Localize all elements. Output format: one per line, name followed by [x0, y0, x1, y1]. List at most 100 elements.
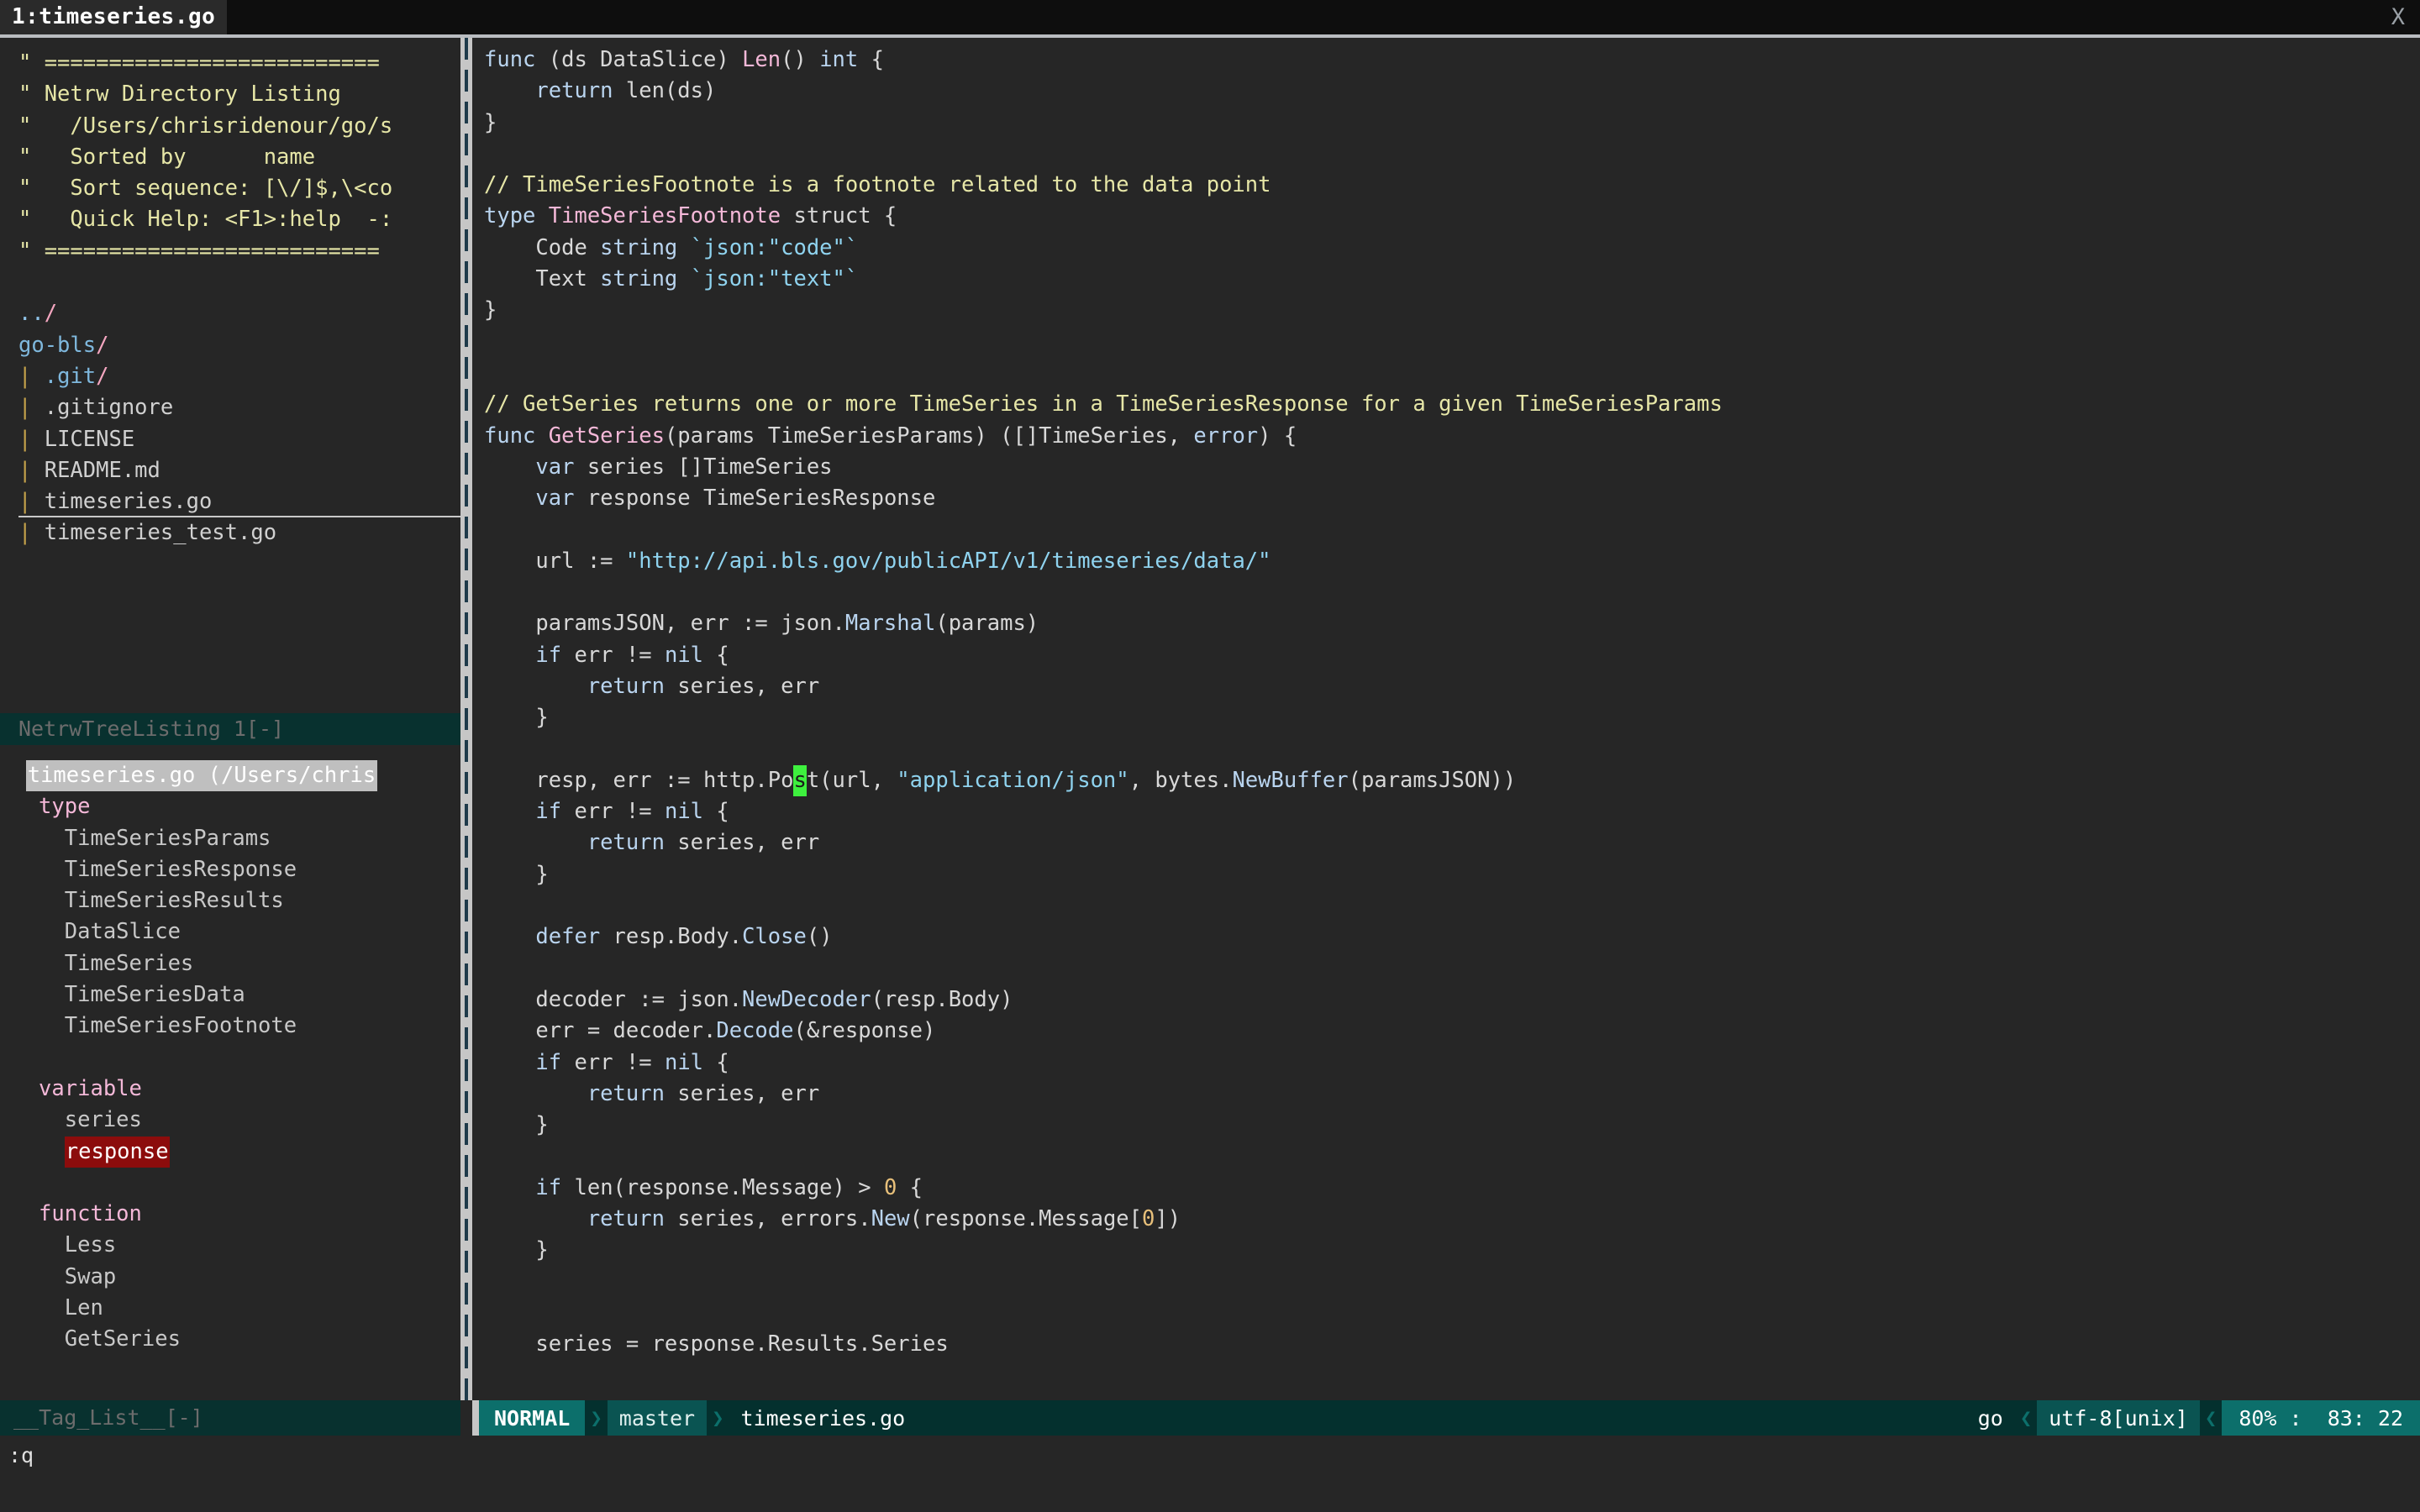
taglist-kind-label: type: [0, 794, 91, 820]
code-token: decoder := json.: [484, 986, 743, 1012]
code-line[interactable]: func (ds DataSlice) Len() int {: [484, 45, 2420, 76]
code-line[interactable]: paramsJSON, err := json.Marshal(params): [484, 608, 2420, 639]
code-line[interactable]: resp, err := http.Post(url, "application…: [484, 764, 2420, 797]
code-line[interactable]: }: [484, 108, 2420, 139]
code-line[interactable]: }: [484, 295, 2420, 326]
statusline-separator-2: ❯: [712, 1406, 724, 1430]
code-line[interactable]: [484, 1392, 2420, 1400]
taglist-pane[interactable]: timeseries.go (/Users/chris type TimeSer…: [0, 745, 460, 1400]
code-line[interactable]: url := "http://api.bls.gov/publicAPI/v1/…: [484, 546, 2420, 577]
code-line[interactable]: if err != nil {: [484, 640, 2420, 671]
taglist-kind-label: function: [0, 1201, 142, 1227]
code-line[interactable]: [484, 577, 2420, 608]
code-token: Decode: [716, 1018, 794, 1044]
code-line[interactable]: }: [484, 1110, 2420, 1141]
taglist-tag-item[interactable]: TimeSeriesParams: [0, 823, 460, 854]
code-line[interactable]: [484, 139, 2420, 170]
netrw-file-explorer-pane[interactable]: " ========================== " Netrw Dire…: [0, 41, 460, 713]
code-line[interactable]: [484, 734, 2420, 765]
code-buffer: func (ds DataSlice) Len() int { return l…: [472, 41, 2420, 1400]
code-token: series, errors.: [664, 1205, 871, 1231]
taglist-tag-item[interactable]: Swap: [0, 1262, 460, 1293]
taglist-kind-header: type: [0, 791, 460, 822]
netrw-entry[interactable]: | .git/: [18, 361, 460, 392]
code-line[interactable]: return len(ds): [484, 76, 2420, 107]
code-token: func: [484, 47, 549, 72]
netrw-entry[interactable]: | .gitignore: [18, 392, 460, 423]
taglist-tag-item[interactable]: TimeSeriesData: [0, 979, 460, 1011]
taglist-tag-label: TimeSeriesResults: [64, 888, 284, 914]
code-token: series, err: [664, 830, 820, 856]
code-editor-pane[interactable]: func (ds DataSlice) Len() int { return l…: [472, 41, 2420, 1400]
netrw-entry[interactable]: | timeseries.go: [18, 486, 460, 517]
code-line[interactable]: decoder := json.NewDecoder(resp.Body): [484, 984, 2420, 1016]
taglist-tag-item[interactable]: TimeSeries: [0, 948, 460, 979]
netrw-entry[interactable]: | README.md: [18, 455, 460, 486]
code-line[interactable]: Text string `json:"text"`: [484, 264, 2420, 295]
code-line[interactable]: [484, 953, 2420, 984]
code-line[interactable]: }: [484, 702, 2420, 733]
netrw-header-line: " /Users/chrisridenour/go/s: [18, 113, 393, 139]
taglist-tag-item[interactable]: TimeSeriesResponse: [0, 854, 460, 885]
netrw-entry[interactable]: | LICENSE: [18, 424, 460, 455]
code-line[interactable]: return series, err: [484, 671, 2420, 702]
close-icon[interactable]: X: [2385, 0, 2412, 34]
code-line[interactable]: if err != nil {: [484, 1047, 2420, 1079]
code-token: NewBuffer: [1232, 767, 1349, 793]
code-line[interactable]: if err != nil {: [484, 796, 2420, 827]
taglist-tag-item[interactable]: response: [0, 1136, 460, 1168]
taglist-kind-label: variable: [0, 1075, 142, 1101]
code-line[interactable]: return series, errors.New(response.Messa…: [484, 1204, 2420, 1235]
code-line[interactable]: type TimeSeriesFootnote struct {: [484, 201, 2420, 232]
tab-timeseries-go[interactable]: 1:timeseries.go: [0, 0, 228, 34]
code-line[interactable]: if len(response.Message) > 0 {: [484, 1173, 2420, 1204]
taglist-tag-item[interactable]: TimeSeriesFootnote: [0, 1011, 460, 1042]
code-line[interactable]: [484, 1141, 2420, 1172]
code-line[interactable]: [484, 327, 2420, 358]
netrw-tree-bar-icon: |: [18, 363, 45, 389]
code-line[interactable]: [484, 358, 2420, 389]
code-line[interactable]: func GetSeries(params TimeSeriesParams) …: [484, 421, 2420, 452]
vim-command-line[interactable]: :q: [0, 1436, 2420, 1512]
taglist-tag-item[interactable]: Less: [0, 1230, 460, 1261]
netrw-entry[interactable]: go-bls/: [18, 330, 460, 361]
netrw-entry[interactable]: ../: [18, 298, 460, 329]
code-line[interactable]: [484, 1360, 2420, 1391]
taglist-kind-header: function: [0, 1199, 460, 1230]
netrw-entry[interactable]: | timeseries_test.go: [18, 517, 460, 549]
taglist-tag-item[interactable]: TimeSeriesResults: [0, 885, 460, 916]
taglist-file-header[interactable]: timeseries.go (/Users/chris: [0, 760, 460, 792]
code-token: series, err: [664, 1080, 820, 1106]
code-line[interactable]: [484, 1298, 2420, 1329]
code-line[interactable]: // GetSeries returns one or more TimeSer…: [484, 389, 2420, 420]
taglist-tag-item[interactable]: GetSeries: [0, 1324, 460, 1355]
code-token: {: [703, 799, 729, 825]
code-line[interactable]: defer resp.Body.Close(): [484, 921, 2420, 953]
code-line[interactable]: [484, 890, 2420, 921]
code-line[interactable]: Code string `json:"code"`: [484, 233, 2420, 264]
code-line[interactable]: err = decoder.Decode(&response): [484, 1016, 2420, 1047]
code-token: 0: [883, 1174, 897, 1200]
code-line[interactable]: var response TimeSeriesResponse: [484, 483, 2420, 514]
code-line[interactable]: return series, err: [484, 1079, 2420, 1110]
statusline-separator-3: ❮: [2019, 1406, 2033, 1430]
statusline-separator-1: ❯: [590, 1406, 602, 1430]
code-token: , bytes.: [1128, 767, 1233, 793]
code-token: resp, err := http.Po: [484, 767, 794, 793]
netrw-tree-bar-icon: |: [18, 520, 45, 546]
taglist-tag-item[interactable]: series: [0, 1105, 460, 1136]
taglist-tag-item[interactable]: DataSlice: [0, 916, 460, 948]
code-line[interactable]: [484, 1267, 2420, 1298]
taglist-tag-item[interactable]: Len: [0, 1293, 460, 1324]
code-line[interactable]: }: [484, 859, 2420, 890]
vim-window: 1:timeseries.go X " ====================…: [0, 0, 2420, 1512]
code-line[interactable]: series = response.Results.Series: [484, 1329, 2420, 1360]
code-line[interactable]: [484, 514, 2420, 545]
code-line[interactable]: // TimeSeriesFootnote is a footnote rela…: [484, 170, 2420, 201]
code-line[interactable]: return series, err: [484, 827, 2420, 858]
code-token: (params): [935, 611, 1039, 637]
vertical-split-divider[interactable]: [460, 38, 472, 1400]
code-line[interactable]: }: [484, 1235, 2420, 1266]
code-line[interactable]: var series []TimeSeries: [484, 452, 2420, 483]
